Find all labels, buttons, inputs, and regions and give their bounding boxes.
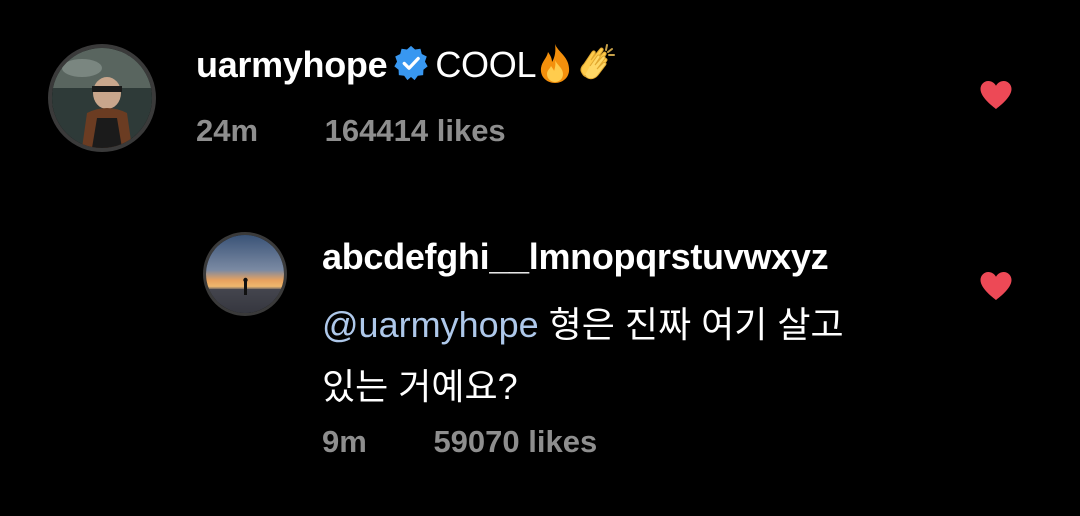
avatar-photo bbox=[206, 235, 284, 313]
clapping-hands-emoji bbox=[580, 44, 616, 80]
fire-emoji bbox=[541, 44, 570, 84]
likes-count[interactable]: 164414 likes bbox=[325, 113, 506, 149]
avatar-photo bbox=[52, 48, 152, 148]
username-link[interactable]: uarmyhope bbox=[196, 44, 388, 85]
reply-item: abcdefghi__lmnopqrstuvwxyz @uarmyhope 형은… bbox=[0, 210, 1080, 516]
avatar[interactable] bbox=[203, 232, 287, 316]
comment-item: uarmyhope COOL 24m 164414 likes bbox=[0, 0, 1080, 200]
heart-icon[interactable] bbox=[979, 271, 1013, 301]
reply-text-line-2: 있는 거예요? bbox=[322, 366, 518, 407]
comment-username: uarmyhope COOL bbox=[196, 44, 618, 88]
mention-link[interactable]: @uarmyhope bbox=[322, 304, 539, 345]
heart-icon[interactable] bbox=[979, 80, 1013, 110]
comment-text: COOL bbox=[435, 44, 537, 85]
reply-username[interactable]: abcdefghi__lmnopqrstuvwxyz bbox=[322, 236, 829, 278]
reply-text-line-1: @uarmyhope 형은 진짜 여기 살고 bbox=[322, 296, 844, 348]
likes-count[interactable]: 59070 likes bbox=[433, 424, 597, 460]
comment-timestamp: 9m bbox=[322, 424, 367, 459]
comment-timestamp: 24m bbox=[196, 113, 259, 148]
comment-meta: 24m 164414 likes bbox=[196, 113, 506, 149]
reply-meta: 9m 59070 likes bbox=[322, 424, 597, 460]
avatar[interactable] bbox=[48, 44, 156, 152]
verified-badge-icon bbox=[394, 46, 429, 81]
reply-text: 형은 진짜 여기 살고 bbox=[538, 304, 844, 345]
